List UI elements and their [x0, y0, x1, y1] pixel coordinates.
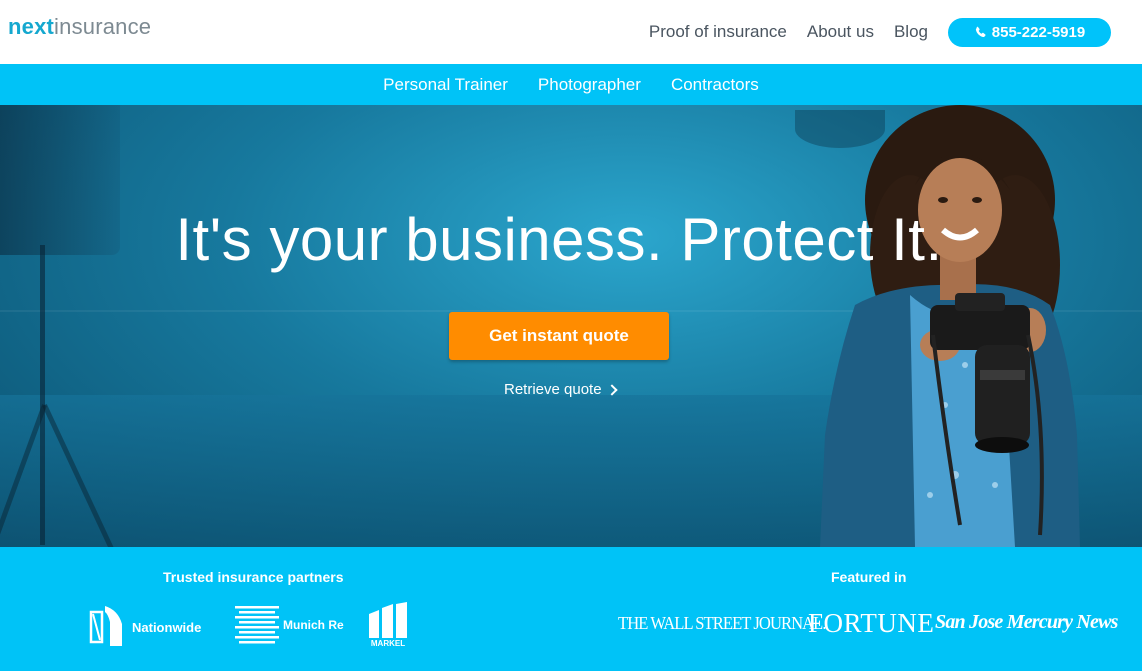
munich-re-name: Munich Re: [283, 618, 344, 632]
munich-re-logo-icon: [235, 606, 279, 644]
site-header: nextinsurance Proof of insurance About u…: [0, 0, 1142, 64]
trust-band: Trusted insurance partners Nationwide Mu…: [0, 547, 1142, 671]
phone-number: 855-222-5919: [991, 23, 1086, 41]
phone-call-button[interactable]: 855-222-5919: [948, 17, 1111, 47]
markel-partner: MARKEL: [369, 602, 407, 648]
light-stand: [40, 245, 45, 545]
retrieve-quote-link[interactable]: Retrieve quote: [504, 381, 618, 398]
logo-text-insurance: insurance: [54, 14, 152, 39]
nav-blog[interactable]: Blog: [894, 22, 928, 42]
get-instant-quote-button[interactable]: Get instant quote: [449, 312, 669, 360]
markel-logo-icon: [369, 602, 407, 638]
press-heading: Featured in: [831, 569, 907, 585]
chevron-right-icon: [605, 383, 618, 396]
retrieve-quote-label: Retrieve quote: [504, 381, 602, 398]
photographer-photo: [820, 105, 1080, 547]
logo-text-next: next: [8, 14, 55, 39]
next-insurance-logo[interactable]: nextinsurance: [8, 14, 151, 40]
wall-street-journal-logo: THE WALL STREET JOURNAL.: [618, 613, 827, 633]
nationwide-partner: Nationwide: [88, 604, 201, 650]
nationwide-name: Nationwide: [132, 619, 202, 635]
subnav-personal-trainer[interactable]: Personal Trainer: [383, 75, 508, 95]
profession-nav: Personal Trainer Photographer Contractor…: [0, 64, 1142, 105]
nationwide-logo-icon: [89, 606, 122, 646]
subnav-photographer[interactable]: Photographer: [538, 75, 641, 95]
markel-name: MARKEL: [370, 639, 406, 648]
fortune-logo: FORTUNE: [808, 608, 935, 638]
phone-icon: [975, 26, 986, 37]
hero-section: It's your business. Protect It. Get inst…: [0, 105, 1142, 547]
san-jose-mercury-news-logo: San Jose Mercury News: [935, 611, 1118, 633]
hero-headline: It's your business. Protect It.: [175, 206, 943, 273]
subnav-contractors[interactable]: Contractors: [671, 75, 759, 95]
top-nav: Proof of insurance About us Blog 855-222…: [649, 0, 1142, 64]
munich-re-partner: Munich Re: [235, 604, 344, 646]
partners-heading: Trusted insurance partners: [163, 569, 344, 585]
nav-proof-of-insurance[interactable]: Proof of insurance: [649, 22, 787, 42]
nav-about-us[interactable]: About us: [807, 22, 874, 42]
